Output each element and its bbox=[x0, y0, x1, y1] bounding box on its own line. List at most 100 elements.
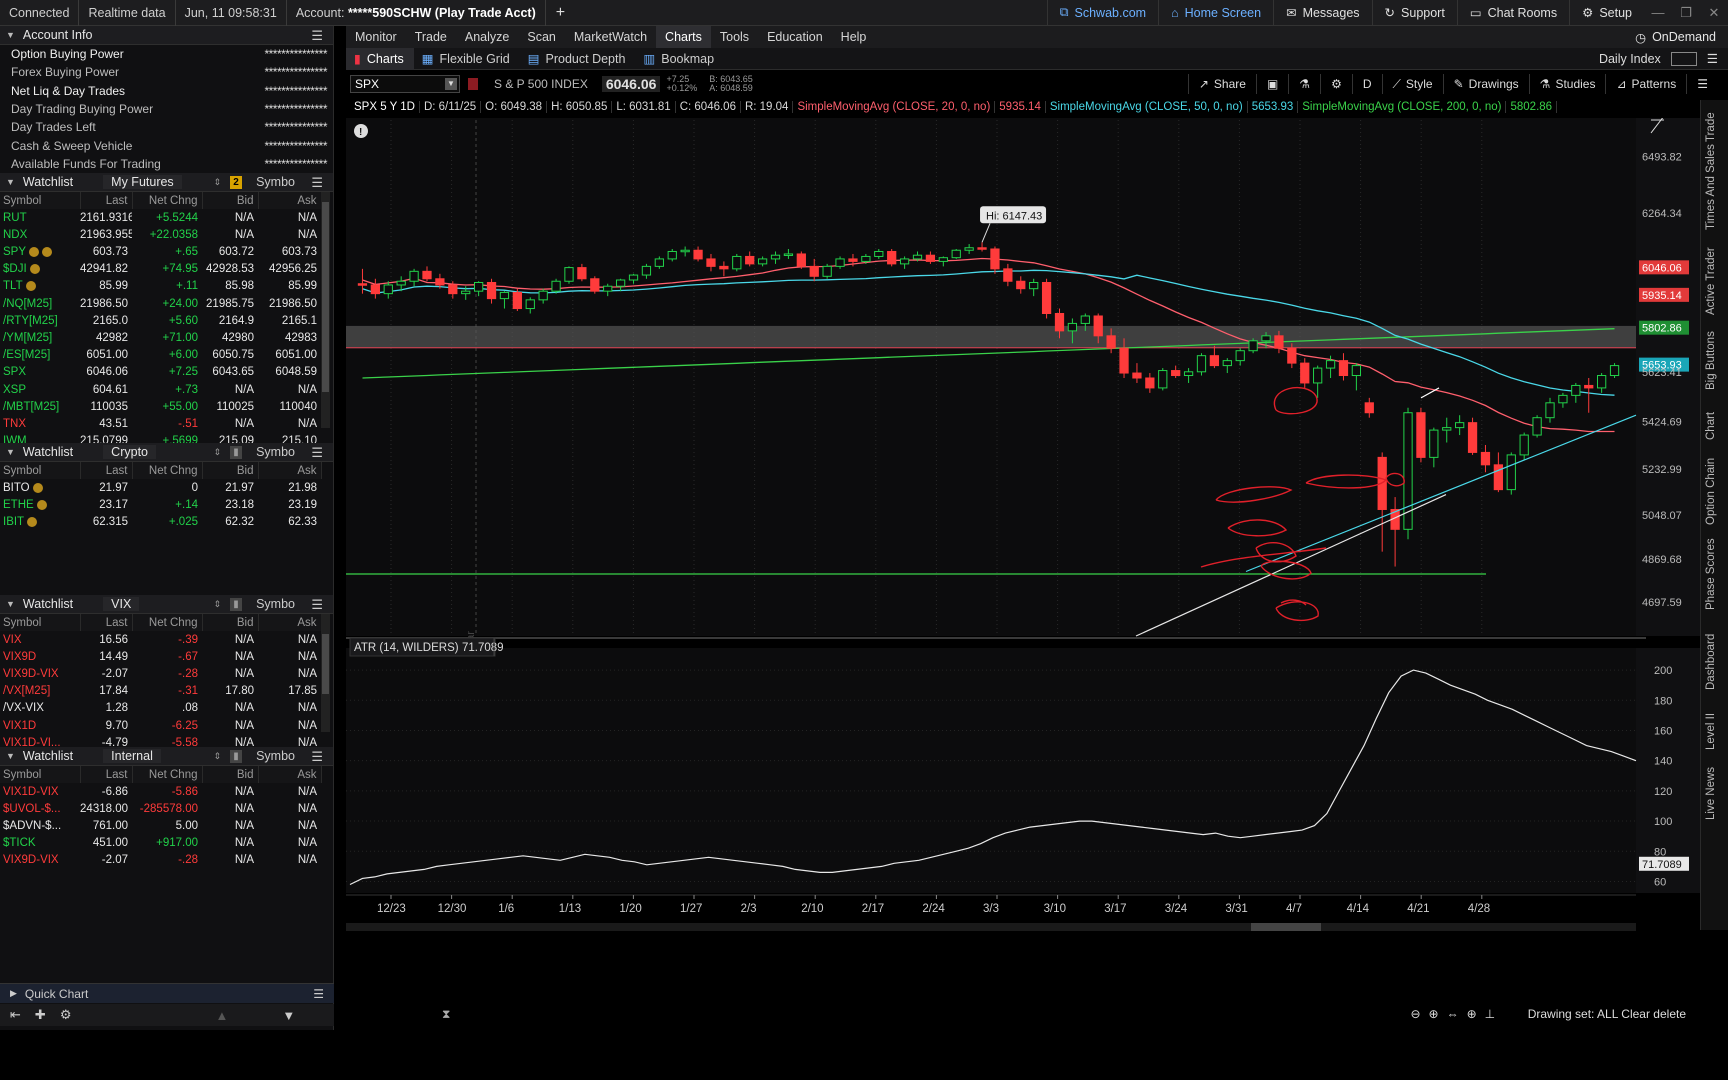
candle[interactable] bbox=[473, 281, 484, 292]
symbol-input[interactable]: Symbo bbox=[256, 749, 295, 763]
symbol-input[interactable]: Symbo bbox=[256, 597, 295, 611]
candle[interactable] bbox=[1196, 355, 1207, 373]
table-row[interactable]: VIX 16.56 -.39 N/A N/A bbox=[0, 631, 321, 648]
table-row[interactable]: $ADVN-$... 761.00 5.00 N/A N/A bbox=[0, 817, 321, 834]
table-row[interactable]: /YM[M25] 42982 +71.00 42980 42983 bbox=[0, 329, 321, 346]
column-header[interactable]: Bid bbox=[202, 766, 259, 784]
table-row[interactable]: /VX-VIX 1.28 .08 N/A N/A bbox=[0, 700, 321, 717]
account-info-header[interactable]: ▼ Account Info ☰ bbox=[0, 26, 333, 45]
share-button[interactable]: ↗ Share bbox=[1187, 74, 1256, 94]
table-row[interactable]: VIX9D 14.49 -.67 N/A N/A bbox=[0, 648, 321, 665]
menu-icon[interactable]: ☰ bbox=[311, 749, 323, 765]
resistance-zone[interactable] bbox=[346, 325, 1636, 349]
candle[interactable] bbox=[1158, 370, 1168, 389]
side-tab-level-ii[interactable]: Level II bbox=[1705, 713, 1717, 750]
watchlist-header[interactable]: ▼ Watchlist Internal ⇕ ▮ Symbo ☰ bbox=[0, 747, 333, 767]
symbol-cell[interactable]: /NQ[M25] bbox=[0, 295, 80, 312]
candle[interactable] bbox=[435, 278, 445, 286]
table-row[interactable]: /ES[M25] 6051.00 +6.00 6050.75 6051.00 bbox=[0, 347, 321, 364]
candle[interactable] bbox=[538, 290, 548, 301]
spinner-icon[interactable]: ⇕ bbox=[213, 177, 221, 188]
candle[interactable] bbox=[822, 265, 832, 277]
drawing-set[interactable]: Drawing set: ALL Clear delete bbox=[1528, 1007, 1686, 1021]
column-header[interactable]: Ask bbox=[258, 462, 322, 480]
drawings-button[interactable]: ✎ Drawings bbox=[1442, 74, 1529, 94]
candle[interactable] bbox=[1442, 427, 1452, 431]
candle[interactable] bbox=[1480, 451, 1491, 466]
chart-settings-button[interactable]: ⚙ bbox=[1320, 74, 1352, 94]
watchlist-name-dropdown[interactable]: Internal bbox=[103, 749, 161, 764]
snapshot-button[interactable]: ▣ bbox=[1255, 74, 1288, 94]
candle[interactable] bbox=[1119, 347, 1129, 374]
table-row[interactable]: /NQ[M25] 21986.50 +24.00 21985.75 21986.50 bbox=[0, 295, 321, 312]
column-header[interactable]: Net Chng bbox=[132, 766, 203, 784]
tab-charts[interactable]: ▮ Charts bbox=[346, 47, 414, 70]
candle[interactable] bbox=[383, 284, 393, 295]
candle[interactable] bbox=[848, 258, 858, 262]
candle[interactable] bbox=[912, 254, 923, 260]
menu-education[interactable]: Education bbox=[758, 26, 832, 48]
symbol-cell[interactable]: /RTY[M25] bbox=[0, 312, 80, 329]
candle[interactable] bbox=[1016, 280, 1026, 290]
column-header[interactable]: Ask bbox=[258, 766, 322, 784]
column-header[interactable]: Net Chng bbox=[132, 192, 203, 210]
side-tab-live-news[interactable]: Live News bbox=[1705, 767, 1717, 820]
table-row[interactable]: $TICK 451.00 +917.00 N/A N/A bbox=[0, 835, 321, 852]
candle[interactable] bbox=[1054, 313, 1065, 332]
column-header[interactable]: Symbol bbox=[0, 462, 81, 480]
side-tab-option-chain[interactable]: Option Chain bbox=[1705, 458, 1717, 525]
candle[interactable] bbox=[1584, 384, 1594, 389]
symbol-cell[interactable]: ETHE bbox=[0, 496, 80, 513]
column-header[interactable]: Last bbox=[80, 766, 133, 784]
reset-scroll-icon[interactable]: ⧗ bbox=[442, 1007, 450, 1022]
menu-analyze[interactable]: Analyze bbox=[456, 26, 518, 48]
candle[interactable] bbox=[461, 290, 471, 295]
chevron-down-icon[interactable]: ▼ bbox=[445, 78, 457, 90]
table-row[interactable]: BITO 21.97 0 21.97 21.98 bbox=[0, 479, 321, 496]
maximize-icon[interactable]: ❐ bbox=[1672, 5, 1700, 21]
collapse-icon[interactable]: ▼ bbox=[6, 177, 15, 187]
add-gadget-icon[interactable]: ✚ bbox=[35, 1007, 46, 1023]
watchlist-name-dropdown[interactable]: Crypto bbox=[103, 445, 156, 460]
table-row[interactable]: $DJI 42941.82 +74.95 42928.53 42956.25 bbox=[0, 261, 321, 278]
watchlist-name-dropdown[interactable]: My Futures bbox=[103, 175, 182, 190]
table-row[interactable]: VIX9D-VIX -2.07 -.28 N/A N/A bbox=[0, 665, 321, 682]
candle[interactable] bbox=[1597, 375, 1607, 389]
candle[interactable] bbox=[861, 255, 871, 262]
side-tab-active-trader[interactable]: Active Trader bbox=[1705, 247, 1717, 315]
tab-bookmap[interactable]: ▥ Bookmap bbox=[635, 48, 724, 70]
candle[interactable] bbox=[1506, 454, 1516, 491]
table-row[interactable]: VIX1D 9.70 -6.25 N/A N/A bbox=[0, 717, 321, 734]
column-header[interactable]: Net Chng bbox=[132, 462, 203, 480]
column-header[interactable]: Ask bbox=[258, 614, 322, 632]
candle[interactable] bbox=[422, 270, 432, 280]
symbol-cell[interactable]: SPX bbox=[0, 364, 80, 381]
collapse-icon[interactable]: ▼ bbox=[6, 447, 15, 457]
watchlist-header[interactable]: ▼ Watchlist VIX ⇕ ▮ Symbo ☰ bbox=[0, 595, 333, 615]
menu-icon[interactable]: ☰ bbox=[311, 597, 323, 613]
symbol-cell[interactable]: TLT bbox=[0, 278, 80, 295]
candle[interactable] bbox=[887, 250, 897, 265]
home-screen-link[interactable]: ⌂ Home Screen bbox=[1158, 0, 1273, 26]
candle[interactable] bbox=[486, 281, 497, 300]
menu-marketwatch[interactable]: MarketWatch bbox=[565, 26, 656, 48]
symbol-cell[interactable]: $ADVN-$... bbox=[0, 817, 80, 834]
candle[interactable] bbox=[938, 257, 948, 262]
candle[interactable] bbox=[1545, 402, 1555, 419]
chat-rooms-link[interactable]: ▭ Chat Rooms bbox=[1456, 0, 1569, 26]
column-header[interactable]: Last bbox=[80, 614, 133, 632]
candle[interactable] bbox=[680, 249, 690, 253]
daily-index-control[interactable]: Daily Index ☰ bbox=[1599, 51, 1718, 66]
candle[interactable] bbox=[732, 255, 742, 270]
scrollbar-thumb[interactable] bbox=[1251, 923, 1321, 931]
collapse-icon[interactable]: ▼ bbox=[6, 599, 15, 609]
studies-button[interactable]: ⚗ Studies bbox=[1528, 74, 1606, 94]
period-label[interactable]: SPX 5 Y 1D bbox=[350, 101, 420, 113]
candle[interactable] bbox=[1235, 350, 1245, 362]
daily-index-box[interactable] bbox=[1670, 51, 1697, 66]
column-header[interactable]: Last bbox=[80, 192, 133, 210]
symbol-cell[interactable]: $TICK bbox=[0, 835, 80, 852]
candle[interactable] bbox=[1455, 422, 1465, 429]
table-row[interactable]: VIX1D-VIX -6.86 -5.86 N/A N/A bbox=[0, 783, 321, 800]
tab-flexible-grid[interactable]: ▦ Flexible Grid bbox=[414, 48, 520, 70]
